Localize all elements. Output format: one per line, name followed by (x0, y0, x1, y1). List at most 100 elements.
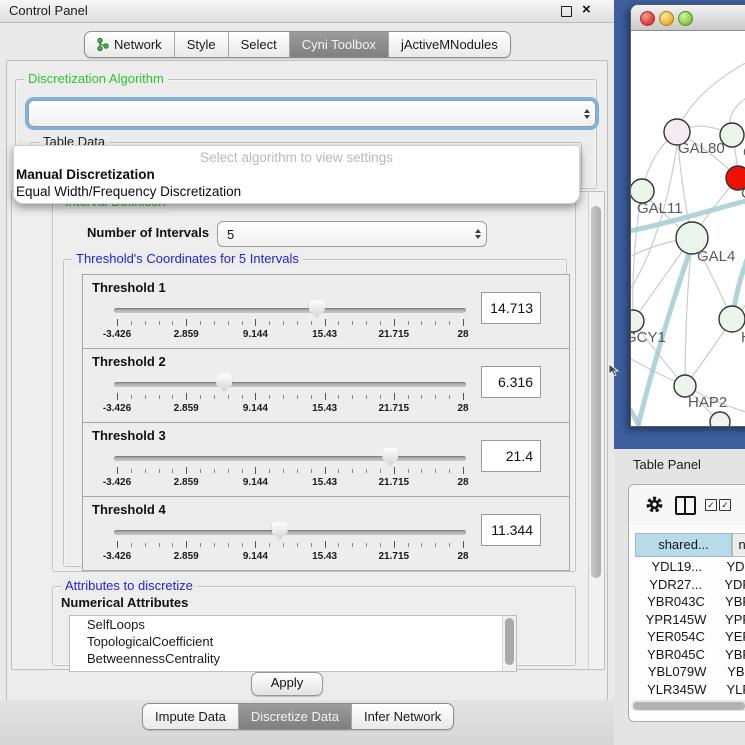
slider-major-tick (325, 319, 326, 326)
tab-style[interactable]: Style (175, 32, 229, 57)
cell-shared-name: YPR145W (629, 612, 717, 630)
table-row[interactable]: YPR145WYPR1 (629, 612, 745, 630)
algorithm-combobox[interactable] (28, 100, 596, 127)
table-row[interactable]: YDL19...YDL1 (629, 559, 745, 577)
slider-minor-tick (352, 395, 353, 399)
slider-major-tick (394, 541, 395, 548)
slider-minor-tick (449, 469, 450, 473)
slider-minor-tick (145, 321, 146, 325)
table-row[interactable]: YBL079WYBL0 (629, 664, 745, 682)
threshold-value-field[interactable]: 21.4 (481, 440, 541, 472)
threshold-slider[interactable]: -3.4262.8599.14415.4321.71528 (114, 373, 470, 419)
slider-minor-tick (408, 321, 409, 325)
network-node[interactable] (710, 412, 730, 426)
threshold-slider[interactable]: -3.4262.8599.14415.4321.71528 (114, 299, 470, 345)
slider-minor-tick (380, 469, 381, 473)
tab-select[interactable]: Select (229, 32, 290, 57)
slider-thumb[interactable] (216, 374, 232, 392)
slider-track[interactable] (114, 530, 466, 535)
threshold-slider[interactable]: -3.4262.8599.14415.4321.71528 (114, 521, 470, 567)
table-row[interactable]: YDR27...YDR2 (629, 577, 745, 595)
slider-minor-tick (311, 469, 312, 473)
network-view-window[interactable]: GAL80GACGAL11GAL4GCY1HHAP2 (630, 4, 745, 427)
number-of-intervals-combobox[interactable]: 5 (217, 221, 487, 247)
slider-minor-tick (297, 543, 298, 547)
slider-minor-tick (449, 543, 450, 547)
tab-impute-data[interactable]: Impute Data (143, 704, 239, 729)
cell-shared-name: YDR27... (629, 577, 716, 595)
table-rows: YDL19...YDL1YDR27...YDR2YBR043CYBR0YPR14… (629, 559, 745, 699)
slider-track[interactable] (114, 382, 466, 387)
threshold-value-field[interactable]: 11.344 (481, 514, 541, 546)
column-header-name[interactable]: na (732, 533, 745, 557)
attribute-item-topologicalcoefficient[interactable]: TopologicalCoefficient (70, 633, 516, 650)
close-icon[interactable]: × (582, 1, 591, 18)
numerical-attributes-list[interactable]: SelfLoopsTopologicalCoefficientBetweenne… (69, 615, 517, 672)
slider-major-tick (117, 393, 118, 400)
table-hscroll-thumb[interactable] (633, 702, 745, 710)
threshold-label: Threshold 4 (92, 502, 166, 517)
slider-minor-tick (200, 469, 201, 473)
settings-scroll-thumb[interactable] (591, 206, 601, 578)
gear-icon[interactable] (645, 495, 664, 514)
stepper-arrows-icon[interactable] (470, 229, 486, 239)
control-panel: Control Panel × NetworkStyleSelectCyni T… (0, 0, 615, 745)
checkbox-icon[interactable]: ✓ (719, 499, 731, 511)
table-row[interactable]: YLR345WYLR3 (629, 682, 745, 700)
slider-track[interactable] (114, 456, 466, 461)
slider-tick-label: 9.144 (243, 477, 268, 488)
slider-tick-label: -3.426 (103, 329, 131, 340)
tab-cyni-toolbox[interactable]: Cyni Toolbox (290, 32, 389, 57)
close-traffic-light-icon[interactable] (640, 11, 655, 26)
slider-major-tick (255, 541, 256, 548)
stepper-arrows-icon[interactable] (579, 109, 595, 119)
slider-minor-tick (159, 543, 160, 547)
float-window-icon[interactable] (561, 6, 572, 17)
tab-jactivemnodules[interactable]: jActiveMNodules (389, 32, 510, 57)
slider-minor-tick (311, 395, 312, 399)
network-graph[interactable]: GAL80GACGAL11GAL4GCY1HHAP2 (631, 30, 745, 426)
columns-icon[interactable] (675, 496, 696, 515)
threshold-value-field[interactable]: 6.316 (481, 366, 541, 398)
slider-minor-tick (200, 395, 201, 399)
tab-label: Cyni Toolbox (302, 37, 376, 52)
network-node-label: GAL4 (697, 248, 735, 265)
bottom-tab-bar: Impute DataDiscretize DataInfer Network (142, 703, 454, 730)
slider-thumb[interactable] (272, 522, 288, 540)
tab-discretize-data[interactable]: Discretize Data (239, 704, 352, 729)
cell-shared-name: YDL19... (629, 559, 718, 577)
table-row[interactable]: YER054CYER0 (629, 629, 745, 647)
slider-minor-tick (242, 321, 243, 325)
tab-infer-network[interactable]: Infer Network (352, 704, 453, 729)
slider-tick-label: -3.426 (103, 403, 131, 414)
apply-button[interactable]: Apply (251, 672, 323, 696)
tab-network[interactable]: Network (85, 32, 175, 57)
cell-name: YDL1 (718, 559, 745, 577)
table-horizontal-scrollbar[interactable] (631, 700, 745, 711)
slider-tick-label: -3.426 (103, 551, 131, 562)
slider-thumb[interactable] (309, 300, 325, 318)
slider-minor-tick (435, 395, 436, 399)
table-row[interactable]: YBR043CYBR0 (629, 594, 745, 612)
minimize-traffic-light-icon[interactable] (659, 11, 674, 26)
threshold-slider[interactable]: -3.4262.8599.14415.4321.71528 (114, 447, 470, 493)
checkbox-icon[interactable]: ✓ (705, 499, 717, 511)
column-header-shared-name[interactable]: shared... (635, 533, 732, 557)
attribute-item-betweennesscentrality[interactable]: BetweennessCentrality (70, 650, 516, 667)
popup-option-manual-discretization[interactable]: Manual Discretization (16, 167, 155, 182)
attributes-scroll-thumb[interactable] (505, 618, 514, 665)
zoom-traffic-light-icon[interactable] (678, 11, 693, 26)
slider-major-tick (394, 393, 395, 400)
table-row[interactable]: YBR045CYBR0 (629, 647, 745, 665)
slider-major-tick (117, 541, 118, 548)
popup-option-equal-width-frequency-discretization[interactable]: Equal Width/Frequency Discretization (16, 184, 241, 199)
network-window-titlebar[interactable] (631, 5, 745, 31)
slider-thumb[interactable] (382, 448, 398, 466)
slider-minor-tick (435, 469, 436, 473)
threshold-value-field[interactable]: 14.713 (481, 292, 541, 324)
settings-scrollbar[interactable] (588, 192, 604, 669)
slider-track[interactable] (114, 308, 466, 313)
attribute-item-selfloops[interactable]: SelfLoops (70, 616, 516, 633)
slider-minor-tick (352, 321, 353, 325)
attributes-scrollbar[interactable] (502, 616, 516, 671)
